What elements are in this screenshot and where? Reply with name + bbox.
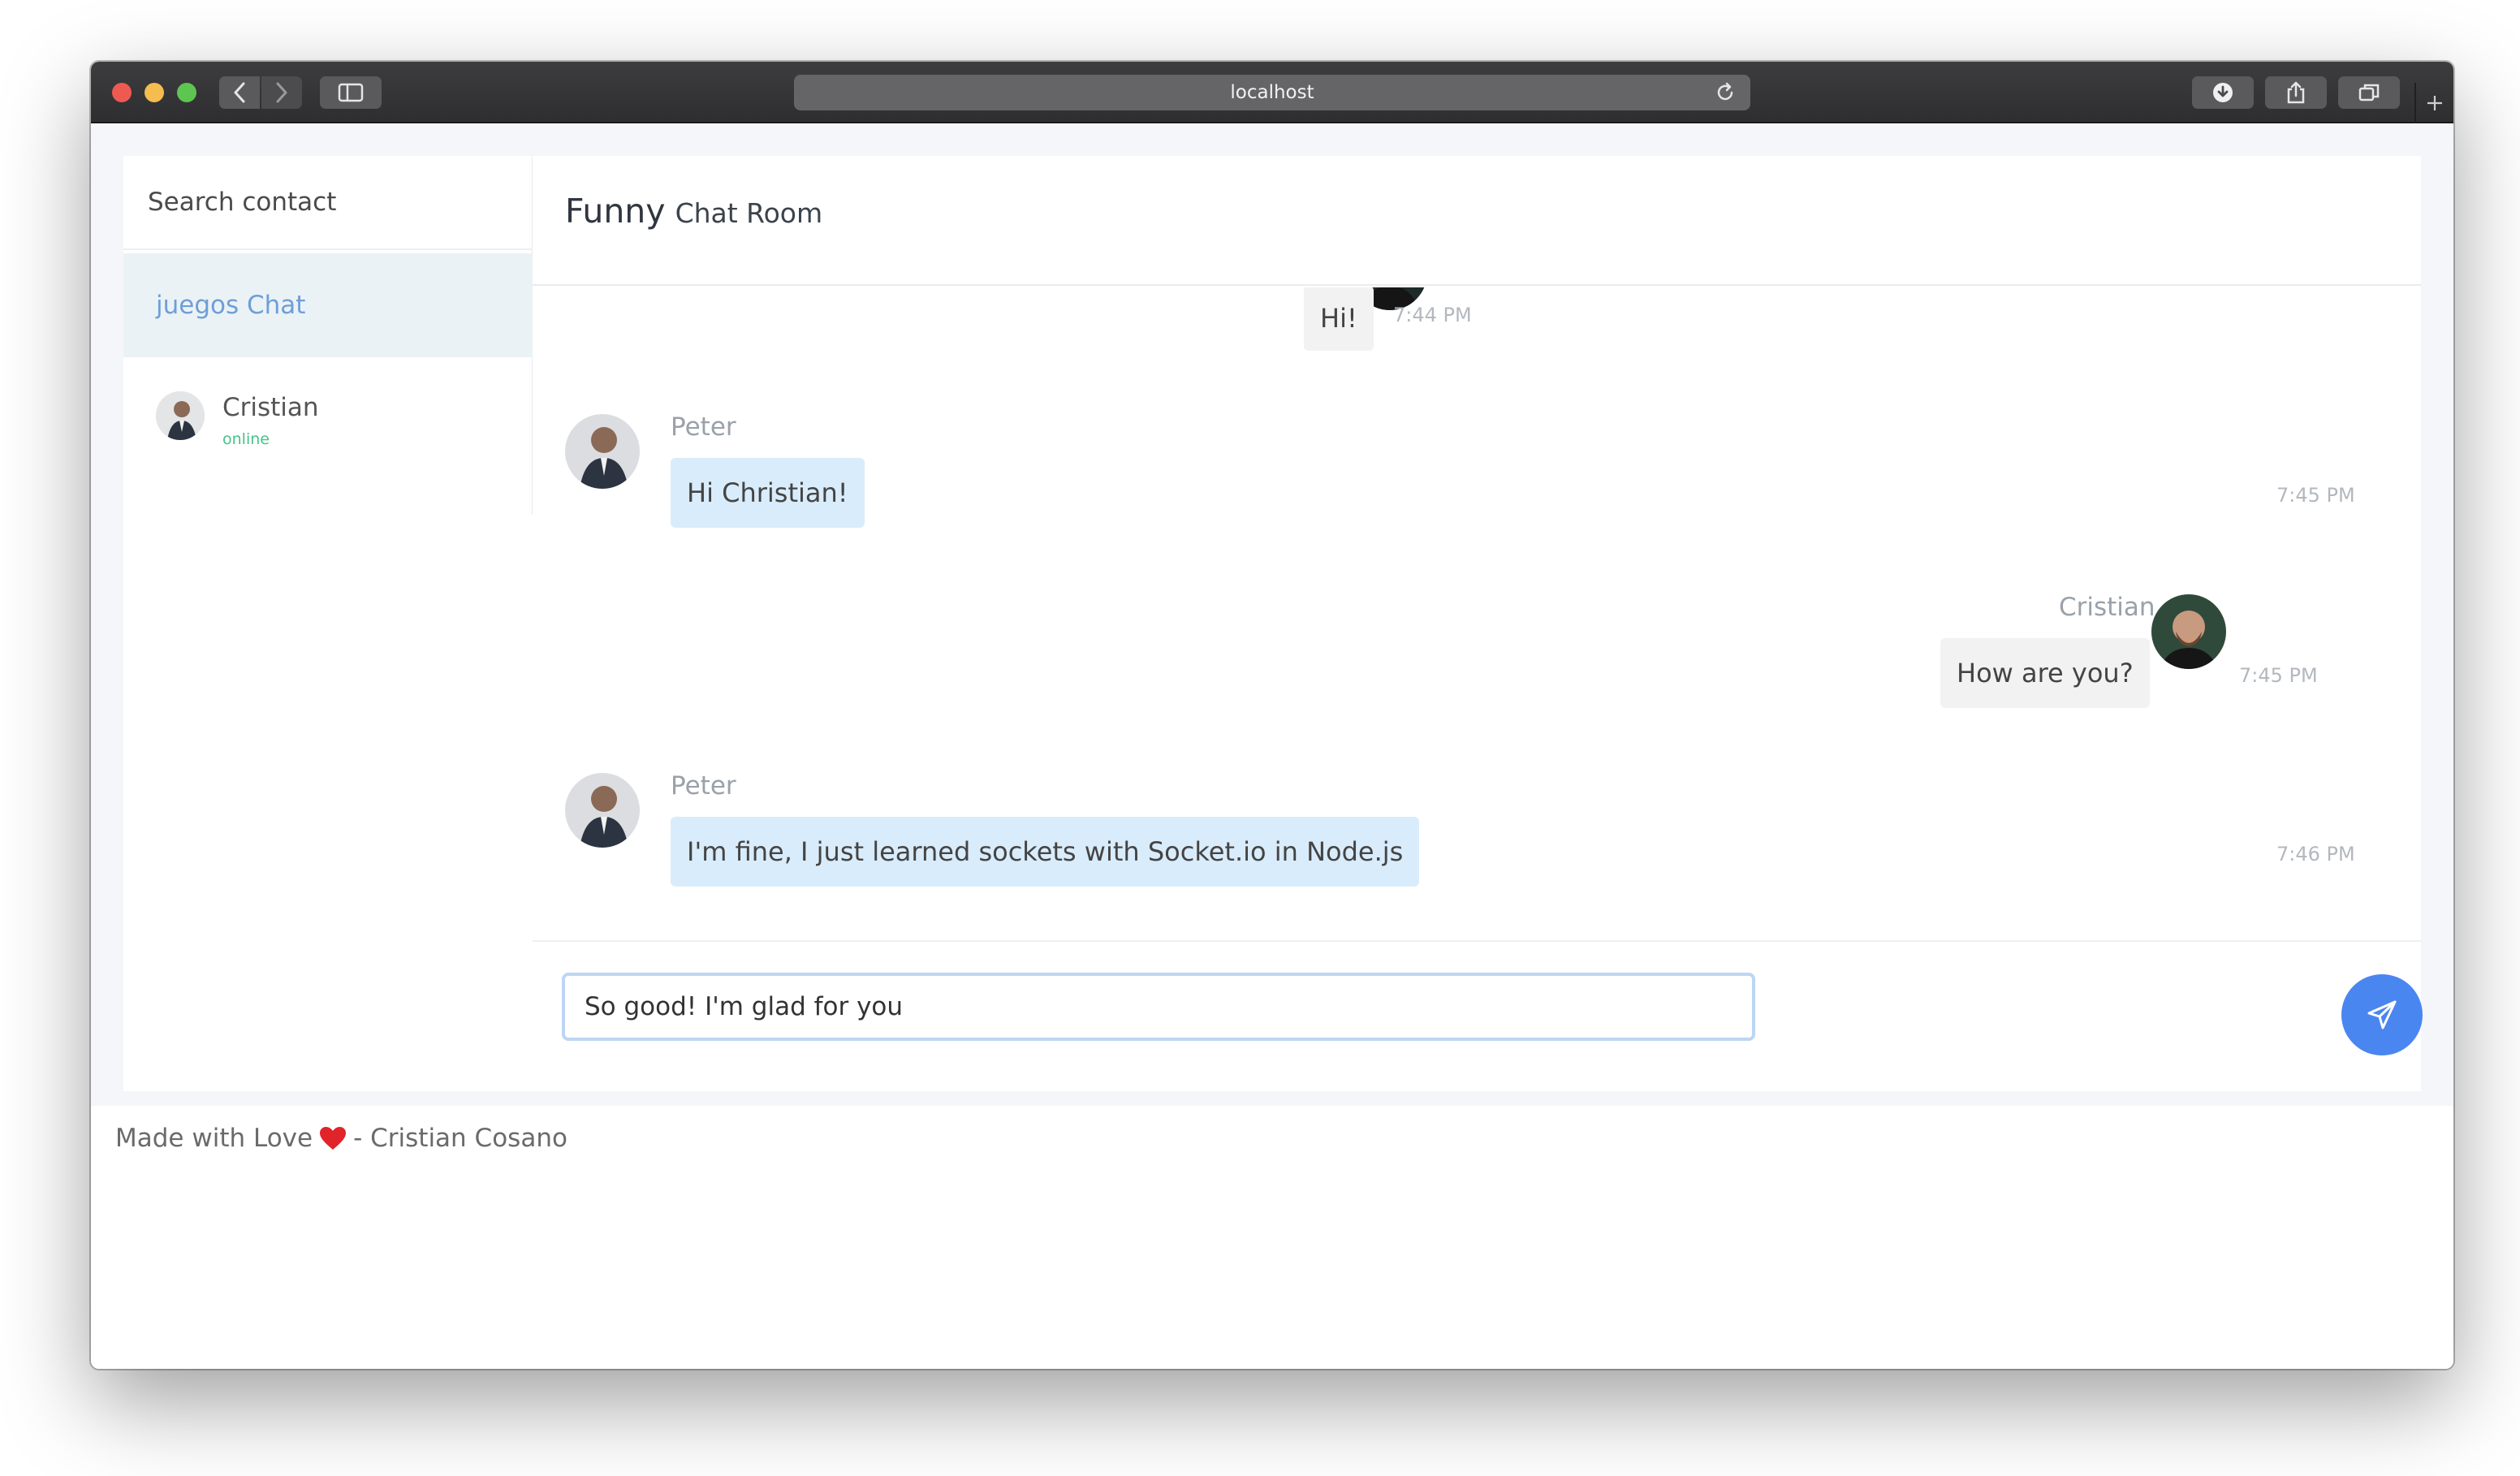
minimize-window-button[interactable] (145, 83, 164, 102)
group-chat-label: juegos Chat (156, 291, 306, 320)
message-time: 7:45 PM (2239, 664, 2318, 687)
message-list: Hi! 7:44 PM Peter Hi Christian! 7:45 PM … (533, 287, 2421, 937)
avatar (156, 391, 205, 440)
message-bubble: How are you? (1940, 638, 2150, 708)
message-text: Hi Christian! (687, 477, 848, 508)
reload-icon[interactable] (1715, 82, 1736, 103)
maximize-window-button[interactable] (177, 83, 196, 102)
contact-name: Cristian (222, 393, 319, 422)
message-text: Hi! (1320, 303, 1357, 334)
send-button[interactable] (2341, 974, 2423, 1055)
browser-window: localhost juegos Cha (91, 62, 2453, 1369)
message-bubble: Hi Christian! (671, 458, 865, 528)
message-sender: Peter (671, 412, 736, 442)
share-icon (2287, 81, 2305, 104)
download-icon (2213, 83, 2233, 102)
message-time: 7:45 PM (2276, 484, 2355, 507)
message-bubble: I'm fine, I just learned sockets with So… (671, 817, 1420, 887)
plus-icon (2427, 96, 2442, 110)
address-text: localhost (1230, 82, 1314, 103)
page-footer: Made with Love - Cristian Cosano (115, 1124, 567, 1153)
message-time: 7:46 PM (2276, 843, 2355, 865)
message-composer (533, 940, 2423, 1091)
show-tabs-button[interactable] (2338, 76, 2400, 109)
chat-header: Funny Chat Room (533, 156, 2421, 286)
avatar (565, 414, 640, 489)
contacts-sidebar: juegos Chat Cristian online (123, 156, 533, 515)
message-text: How are you? (1957, 658, 2134, 688)
message-input[interactable] (562, 973, 1755, 1041)
close-window-button[interactable] (112, 83, 132, 102)
chevron-right-icon (276, 82, 287, 103)
chat-panel: Funny Chat Room Hi! 7:44 PM Peter Hi Chr… (533, 156, 2423, 1091)
downloads-button[interactable] (2192, 76, 2254, 109)
address-bar[interactable]: localhost (794, 75, 1750, 110)
heart-icon (320, 1127, 347, 1150)
search-contact-input[interactable] (148, 188, 505, 217)
chat-title: Funny (565, 192, 666, 231)
message-text: I'm fine, I just learned sockets with So… (687, 836, 1404, 867)
search-box (123, 156, 533, 250)
chat-app: juegos Chat Cristian online (123, 156, 2423, 1091)
sidebar-item-group-chat[interactable]: juegos Chat (123, 253, 533, 357)
app-background: juegos Chat Cristian online (91, 125, 2453, 1106)
paper-plane-icon (2367, 1000, 2397, 1029)
footer-author: - Cristian Cosano (353, 1124, 567, 1153)
share-button[interactable] (2265, 76, 2327, 109)
tabs-icon (2358, 84, 2380, 101)
back-button[interactable] (219, 76, 260, 109)
contact-status: online (222, 430, 270, 448)
message-time: 7:44 PM (1393, 304, 1472, 326)
footer-made-with: Made with Love (115, 1124, 313, 1153)
sidebar-item-contact-cristian[interactable]: Cristian online (123, 365, 533, 471)
message-bubble: Hi! (1304, 287, 1374, 351)
sidebar-icon (338, 83, 364, 102)
avatar (2151, 594, 2226, 669)
forward-button[interactable] (261, 76, 302, 109)
new-tab-button[interactable] (2414, 83, 2453, 123)
chevron-left-icon (234, 82, 245, 103)
chat-subtitle: Chat Room (675, 197, 823, 229)
message-sender: Cristian (2059, 593, 2155, 622)
page-content: juegos Chat Cristian online (91, 125, 2453, 1369)
browser-toolbar: localhost (91, 62, 2453, 123)
avatar (565, 773, 640, 848)
show-sidebar-button[interactable] (320, 76, 382, 109)
message-sender: Peter (671, 771, 736, 801)
